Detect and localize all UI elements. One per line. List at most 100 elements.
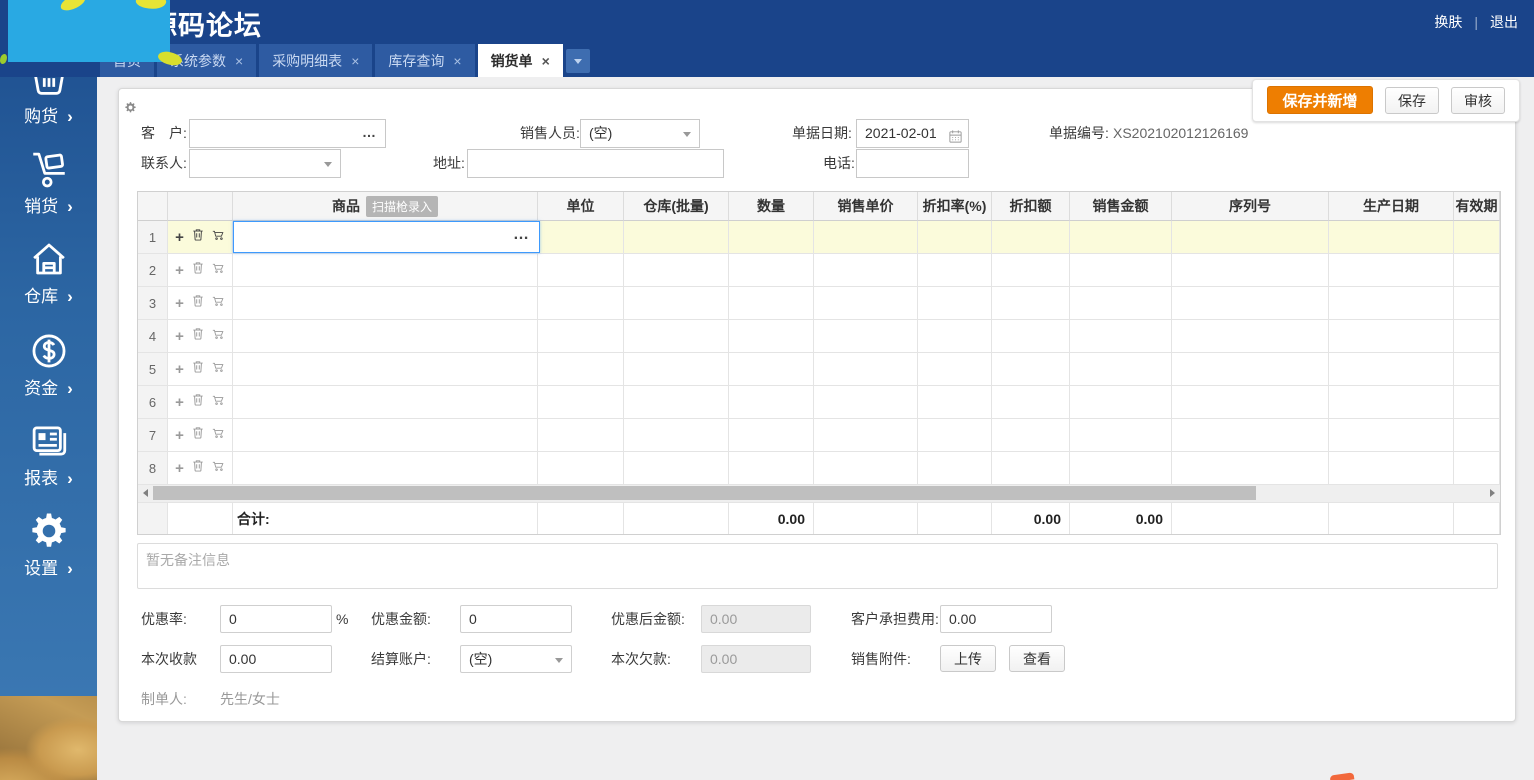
grid-cell[interactable] — [918, 419, 992, 452]
add-row-icon[interactable]: + — [175, 230, 184, 245]
phone-input[interactable] — [856, 149, 969, 178]
grid-cell[interactable] — [233, 452, 538, 485]
grid-cell[interactable] — [1172, 320, 1329, 353]
logout-link[interactable]: 退出 — [1490, 12, 1518, 32]
delete-row-icon[interactable] — [192, 228, 204, 246]
delete-row-icon[interactable] — [192, 360, 204, 378]
date-input[interactable]: 2021-02-01 — [856, 119, 969, 148]
discount-rate-input[interactable]: 0 — [220, 605, 332, 633]
grid-cell[interactable] — [1070, 254, 1172, 287]
grid-cell[interactable] — [992, 221, 1070, 254]
grid-cell[interactable] — [624, 353, 729, 386]
tab-采购明细表[interactable]: 采购明细表× — [259, 44, 372, 77]
grid-cell[interactable] — [1070, 287, 1172, 320]
grid-cell[interactable] — [729, 221, 814, 254]
grid-cell[interactable] — [729, 419, 814, 452]
contact-select[interactable] — [189, 149, 341, 178]
grid-cell[interactable] — [1454, 287, 1500, 320]
grid-cell[interactable] — [538, 419, 624, 452]
add-row-icon[interactable]: + — [175, 296, 184, 311]
grid-cell[interactable] — [1454, 353, 1500, 386]
grid-cell[interactable] — [538, 254, 624, 287]
grid-cell[interactable] — [992, 353, 1070, 386]
cart-icon[interactable] — [212, 426, 225, 444]
grid-cell[interactable] — [538, 452, 624, 485]
grid-cell[interactable] — [814, 221, 918, 254]
product-picker-button[interactable]: … — [513, 226, 530, 244]
grid-cell[interactable] — [1454, 254, 1500, 287]
remark-textarea[interactable] — [137, 543, 1498, 589]
horizontal-scrollbar[interactable] — [138, 485, 1500, 503]
grid-cell[interactable] — [992, 320, 1070, 353]
grid-cell[interactable] — [918, 452, 992, 485]
account-select[interactable]: (空) — [460, 645, 572, 673]
grid-cell[interactable] — [624, 287, 729, 320]
grid-cell[interactable] — [1329, 320, 1454, 353]
grid-cell[interactable] — [1329, 386, 1454, 419]
grid-cell[interactable] — [624, 386, 729, 419]
grid-cell[interactable] — [233, 320, 538, 353]
grid-cell[interactable] — [918, 254, 992, 287]
grid-cell[interactable] — [814, 320, 918, 353]
add-row-icon[interactable]: + — [175, 329, 184, 344]
sidebar-item-warehouse[interactable]: 仓库› — [0, 238, 97, 307]
add-row-icon[interactable]: + — [175, 263, 184, 278]
grid-cell[interactable] — [1329, 452, 1454, 485]
grid-cell[interactable] — [918, 221, 992, 254]
scroll-right-arrow[interactable] — [1485, 485, 1500, 501]
delete-row-icon[interactable] — [192, 393, 204, 411]
tab-库存查询[interactable]: 库存查询× — [375, 44, 474, 77]
add-row-icon[interactable]: + — [175, 395, 184, 410]
grid-cell[interactable] — [1172, 419, 1329, 452]
grid-cell[interactable] — [814, 254, 918, 287]
grid-cell[interactable] — [624, 320, 729, 353]
received-input[interactable]: 0.00 — [220, 645, 332, 673]
grid-cell[interactable] — [814, 353, 918, 386]
grid-cell[interactable] — [1172, 353, 1329, 386]
grid-cell[interactable] — [1454, 320, 1500, 353]
delete-row-icon[interactable] — [192, 294, 204, 312]
grid-cell[interactable] — [233, 254, 538, 287]
grid-cell[interactable] — [1172, 287, 1329, 320]
grid-cell[interactable] — [918, 320, 992, 353]
view-button[interactable]: 查看 — [1009, 645, 1065, 672]
delete-row-icon[interactable] — [192, 327, 204, 345]
grid-cell[interactable] — [729, 287, 814, 320]
grid-cell[interactable] — [1172, 452, 1329, 485]
grid-cell[interactable] — [233, 419, 538, 452]
grid-cell[interactable] — [538, 353, 624, 386]
grid-cell[interactable] — [1070, 221, 1172, 254]
cart-icon[interactable] — [212, 228, 225, 246]
grid-cell[interactable] — [814, 386, 918, 419]
tab-销货单[interactable]: 销货单× — [478, 44, 563, 77]
scroll-left-arrow[interactable] — [138, 485, 153, 501]
grid-cell[interactable] — [729, 320, 814, 353]
delete-row-icon[interactable] — [192, 261, 204, 279]
sidebar-item-funds[interactable]: 资金› — [0, 330, 97, 399]
grid-cell[interactable] — [1329, 353, 1454, 386]
grid-cell[interactable] — [729, 254, 814, 287]
save-button[interactable]: 保存 — [1385, 87, 1439, 114]
add-row-icon[interactable]: + — [175, 362, 184, 377]
scrollbar-thumb[interactable] — [153, 486, 1256, 500]
grid-cell[interactable] — [729, 386, 814, 419]
grid-cell[interactable] — [1454, 419, 1500, 452]
customer-picker-button[interactable]: … — [362, 120, 377, 145]
grid-cell[interactable] — [992, 452, 1070, 485]
grid-cell[interactable] — [624, 452, 729, 485]
grid-cell[interactable] — [1329, 419, 1454, 452]
cart-icon[interactable] — [212, 360, 225, 378]
grid-cell[interactable] — [918, 287, 992, 320]
tab-close-icon[interactable]: × — [542, 53, 550, 69]
product-input-focused[interactable]: … — [233, 221, 540, 253]
cart-icon[interactable] — [212, 261, 225, 279]
grid-cell[interactable] — [624, 419, 729, 452]
cart-icon[interactable] — [212, 294, 225, 312]
customer-fee-input[interactable]: 0.00 — [940, 605, 1052, 633]
grid-cell[interactable] — [1070, 320, 1172, 353]
grid-cell[interactable] — [992, 419, 1070, 452]
grid-cell[interactable] — [992, 254, 1070, 287]
grid-cell[interactable] — [729, 452, 814, 485]
grid-cell[interactable] — [1329, 221, 1454, 254]
grid-cell[interactable] — [992, 287, 1070, 320]
